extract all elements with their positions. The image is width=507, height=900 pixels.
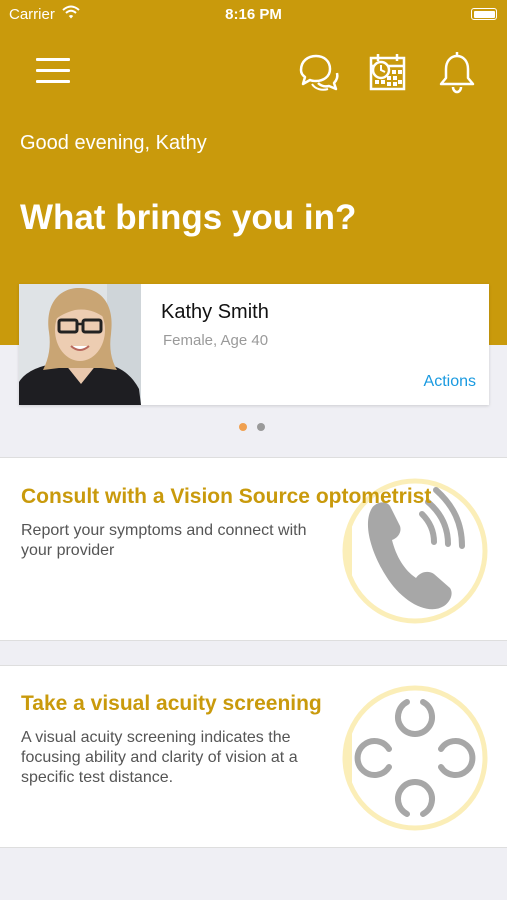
profile-name: Kathy Smith [161,301,269,323]
profile-actions-link[interactable]: Actions [424,373,476,391]
page-dot-active[interactable] [239,423,247,431]
menu-button[interactable] [36,58,70,86]
page-title: What brings you in? [20,198,357,237]
greeting-text: Good evening, Kathy [20,132,207,154]
consult-description: Report your symptoms and connect with yo… [21,522,307,559]
profile-card[interactable]: Kathy Smith Female, Age 40 Actions [19,284,489,405]
battery-icon [471,8,497,20]
profile-details: Female, Age 40 [163,332,269,349]
page-indicator[interactable] [239,418,275,436]
avatar [19,284,141,405]
landolt-c-icon [340,683,490,838]
bell-icon[interactable] [435,50,479,94]
visual-acuity-card[interactable]: Take a visual acuity screening A visual … [0,665,507,848]
menu-icon-line [36,58,70,61]
menu-icon-line [36,69,70,72]
consult-title: Consult with a Vision Source optometrist [21,485,432,508]
consult-optometrist-card[interactable]: Consult with a Vision Source optometrist… [0,457,507,641]
calendar-icon[interactable] [366,50,410,94]
clock-time: 8:16 PM [225,6,282,23]
acuity-title: Take a visual acuity screening [21,692,322,715]
chat-icon[interactable] [297,50,341,94]
page-dot-inactive[interactable] [257,423,265,431]
acuity-description: A visual acuity screening indicates the … [21,729,298,786]
status-bar: Carrier 8:16 PM [0,0,507,28]
menu-icon-line [36,80,70,83]
